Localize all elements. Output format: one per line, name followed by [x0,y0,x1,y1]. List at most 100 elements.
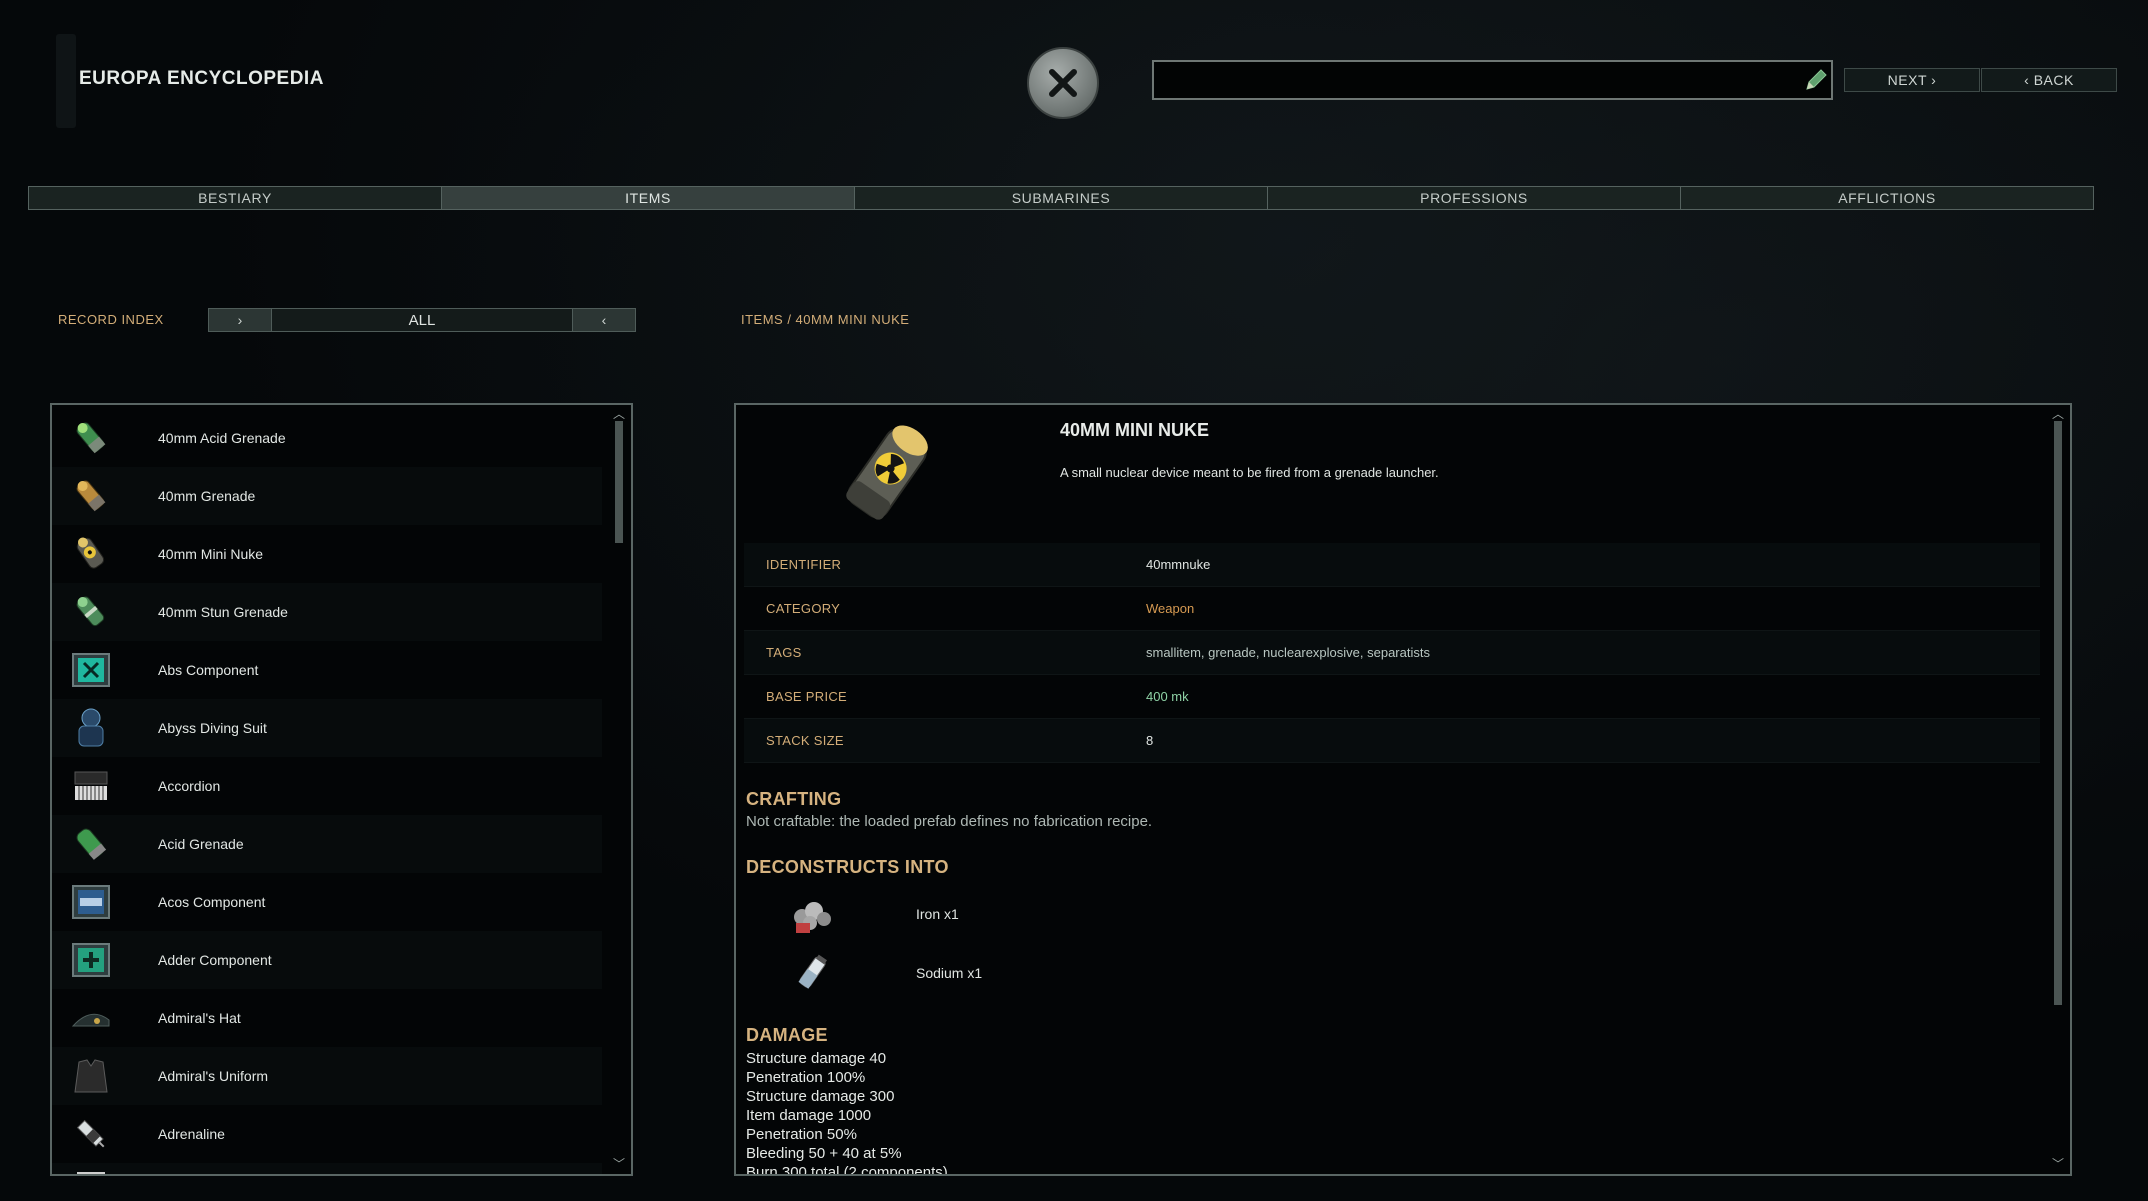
list-item[interactable]: 40mm Mini Nuke [52,525,602,583]
iron-ore-icon [790,893,834,940]
crafting-heading: CRAFTING [746,789,842,809]
uniform-icon [64,1054,118,1098]
search-input[interactable] [1152,60,1833,100]
property-value: Weapon [1146,601,1195,616]
damage-line: Item damage 1000 [746,1107,872,1124]
diving-suit-icon [64,706,118,750]
list-item-label: Acid Grenade [158,836,244,852]
record-index-next-button[interactable]: ‹ [573,309,635,331]
list-item-label: 40mm Mini Nuke [158,546,264,562]
property-value: smallitem, grenade, nuclearexplosive, se… [1146,645,1430,660]
mini-nuke-large-icon [816,415,956,535]
sodium-vial-icon [790,952,834,999]
property-row-identifier: IDENTIFIER 40mmnuke [744,543,2040,587]
property-key: IDENTIFIER [766,557,842,572]
list-item-label: 40mm Acid Grenade [158,430,286,446]
category-tabs: BESTIARY ITEMS SUBMARINES PROFESSIONS AF… [28,186,2094,210]
list-item-label: Abs Component [158,662,259,678]
next-button[interactable]: NEXT › [1844,68,1980,92]
accordion-icon [64,764,118,808]
property-value: 400 mk [1146,689,1189,704]
acid-grenade-icon [64,416,118,460]
detail-title: 40MM MINI NUKE [1060,420,1210,440]
list-scroll-up-arrow[interactable]: ︿ [613,405,625,422]
list-item[interactable]: Abyss Diving Suit [52,699,602,757]
property-key: STACK SIZE [766,733,844,748]
list-scrollbar-thumb[interactable] [615,421,623,543]
tab-professions[interactable]: PROFESSIONS [1268,187,1681,209]
deconstructs-heading: DECONSTRUCTS INTO [746,857,949,877]
syringe-icon [64,1112,118,1156]
list-item[interactable]: Abs Component [52,641,602,699]
tab-submarines[interactable]: SUBMARINES [855,187,1268,209]
property-value: 40mmnuke [1146,557,1211,572]
list-item[interactable]: Adder Component [52,931,602,989]
detail-description: A small nuclear device meant to be fired… [1060,465,1439,480]
list-item[interactable]: 40mm Acid Grenade [52,409,602,467]
list-item[interactable]: Adrenaline [52,1105,602,1163]
adder-component-icon [64,938,118,982]
list-item[interactable] [52,1163,602,1174]
list-item-label: Admiral's Uniform [158,1068,269,1084]
list-item-label: 40mm Grenade [158,488,256,504]
list-item[interactable]: Admiral's Uniform [52,1047,602,1105]
item-icon [64,1170,118,1174]
list-item[interactable]: Accordion [52,757,602,815]
damage-line: Penetration 100% [746,1069,866,1086]
list-item[interactable]: 40mm Grenade [52,467,602,525]
deconstruct-item[interactable]: Sodium x1 [776,948,1276,998]
damage-line: Bleeding 50 + 40 at 5% [746,1145,902,1162]
detail-scroll-down-arrow[interactable]: ﹀ [2052,1155,2064,1172]
crafting-text: Not craftable: the loaded prefab defines… [746,813,1153,830]
detail-scroll-up-arrow[interactable]: ︿ [2052,405,2064,422]
record-index-value[interactable]: ALL [271,309,573,331]
list-item-label: Abyss Diving Suit [158,720,267,736]
list-item[interactable]: Admiral's Hat [52,989,602,1047]
close-button[interactable] [1027,47,1099,119]
property-key: CATEGORY [766,601,841,616]
property-row-stack-size: STACK SIZE 8 [744,719,2040,763]
tab-afflictions[interactable]: AFFLICTIONS [1681,187,2093,209]
deconstruct-item-label: Sodium x1 [916,965,983,981]
list-item[interactable]: Acid Grenade [52,815,602,873]
hat-icon [64,996,118,1040]
list-item-label: Accordion [158,778,221,794]
list-item-label: Adder Component [158,952,272,968]
property-value: 8 [1146,733,1154,748]
tab-bestiary[interactable]: BESTIARY [29,187,442,209]
abs-component-icon [64,648,118,692]
pencil-icon[interactable] [1803,67,1829,93]
breadcrumb: ITEMS / 40MM MINI NUKE [741,312,910,327]
mini-nuke-icon [64,532,118,576]
back-button[interactable]: ‹ BACK [1981,68,2117,92]
property-row-tags: TAGS smallitem, grenade, nuclearexplosiv… [744,631,2040,675]
list-item-label: Admiral's Hat [158,1010,241,1026]
damage-line: Structure damage 40 [746,1050,887,1067]
deconstruct-item[interactable]: Iron x1 [776,889,1276,939]
item-detail-panel: 40MM MINI NUKE A small nuclear device me… [734,403,2072,1176]
damage-line: Burn 300 total (2 components) [746,1164,948,1176]
list-item-label: Acos Component [158,894,266,910]
record-index-prev-button[interactable]: › [209,309,271,331]
damage-heading: DAMAGE [746,1025,828,1045]
deconstruct-item-label: Iron x1 [916,906,959,922]
list-item[interactable]: Acos Component [52,873,602,931]
tab-items[interactable]: ITEMS [442,187,855,209]
acos-component-icon [64,880,118,924]
list-item-label: 40mm Stun Grenade [158,604,288,620]
item-list-panel: 40mm Acid Grenade 40mm Grenade 40mm Mini… [50,403,633,1176]
property-key: TAGS [766,645,802,660]
list-item-label: Adrenaline [158,1126,225,1142]
detail-scrollbar-thumb[interactable] [2054,421,2062,1005]
damage-line: Penetration 50% [746,1126,857,1143]
property-row-base-price: BASE PRICE 400 mk [744,675,2040,719]
app-title: EUROPA ENCYCLOPEDIA [79,68,324,89]
property-row-category: CATEGORY Weapon [744,587,2040,631]
list-scroll-down-arrow[interactable]: ﹀ [613,1155,625,1172]
stun-grenade-icon [64,590,118,634]
damage-line: Structure damage 300 [746,1088,895,1105]
record-index-label: RECORD INDEX [58,312,164,327]
record-index-selector: › ALL ‹ [208,308,636,332]
header-accent-bar [56,34,76,128]
list-item[interactable]: 40mm Stun Grenade [52,583,602,641]
